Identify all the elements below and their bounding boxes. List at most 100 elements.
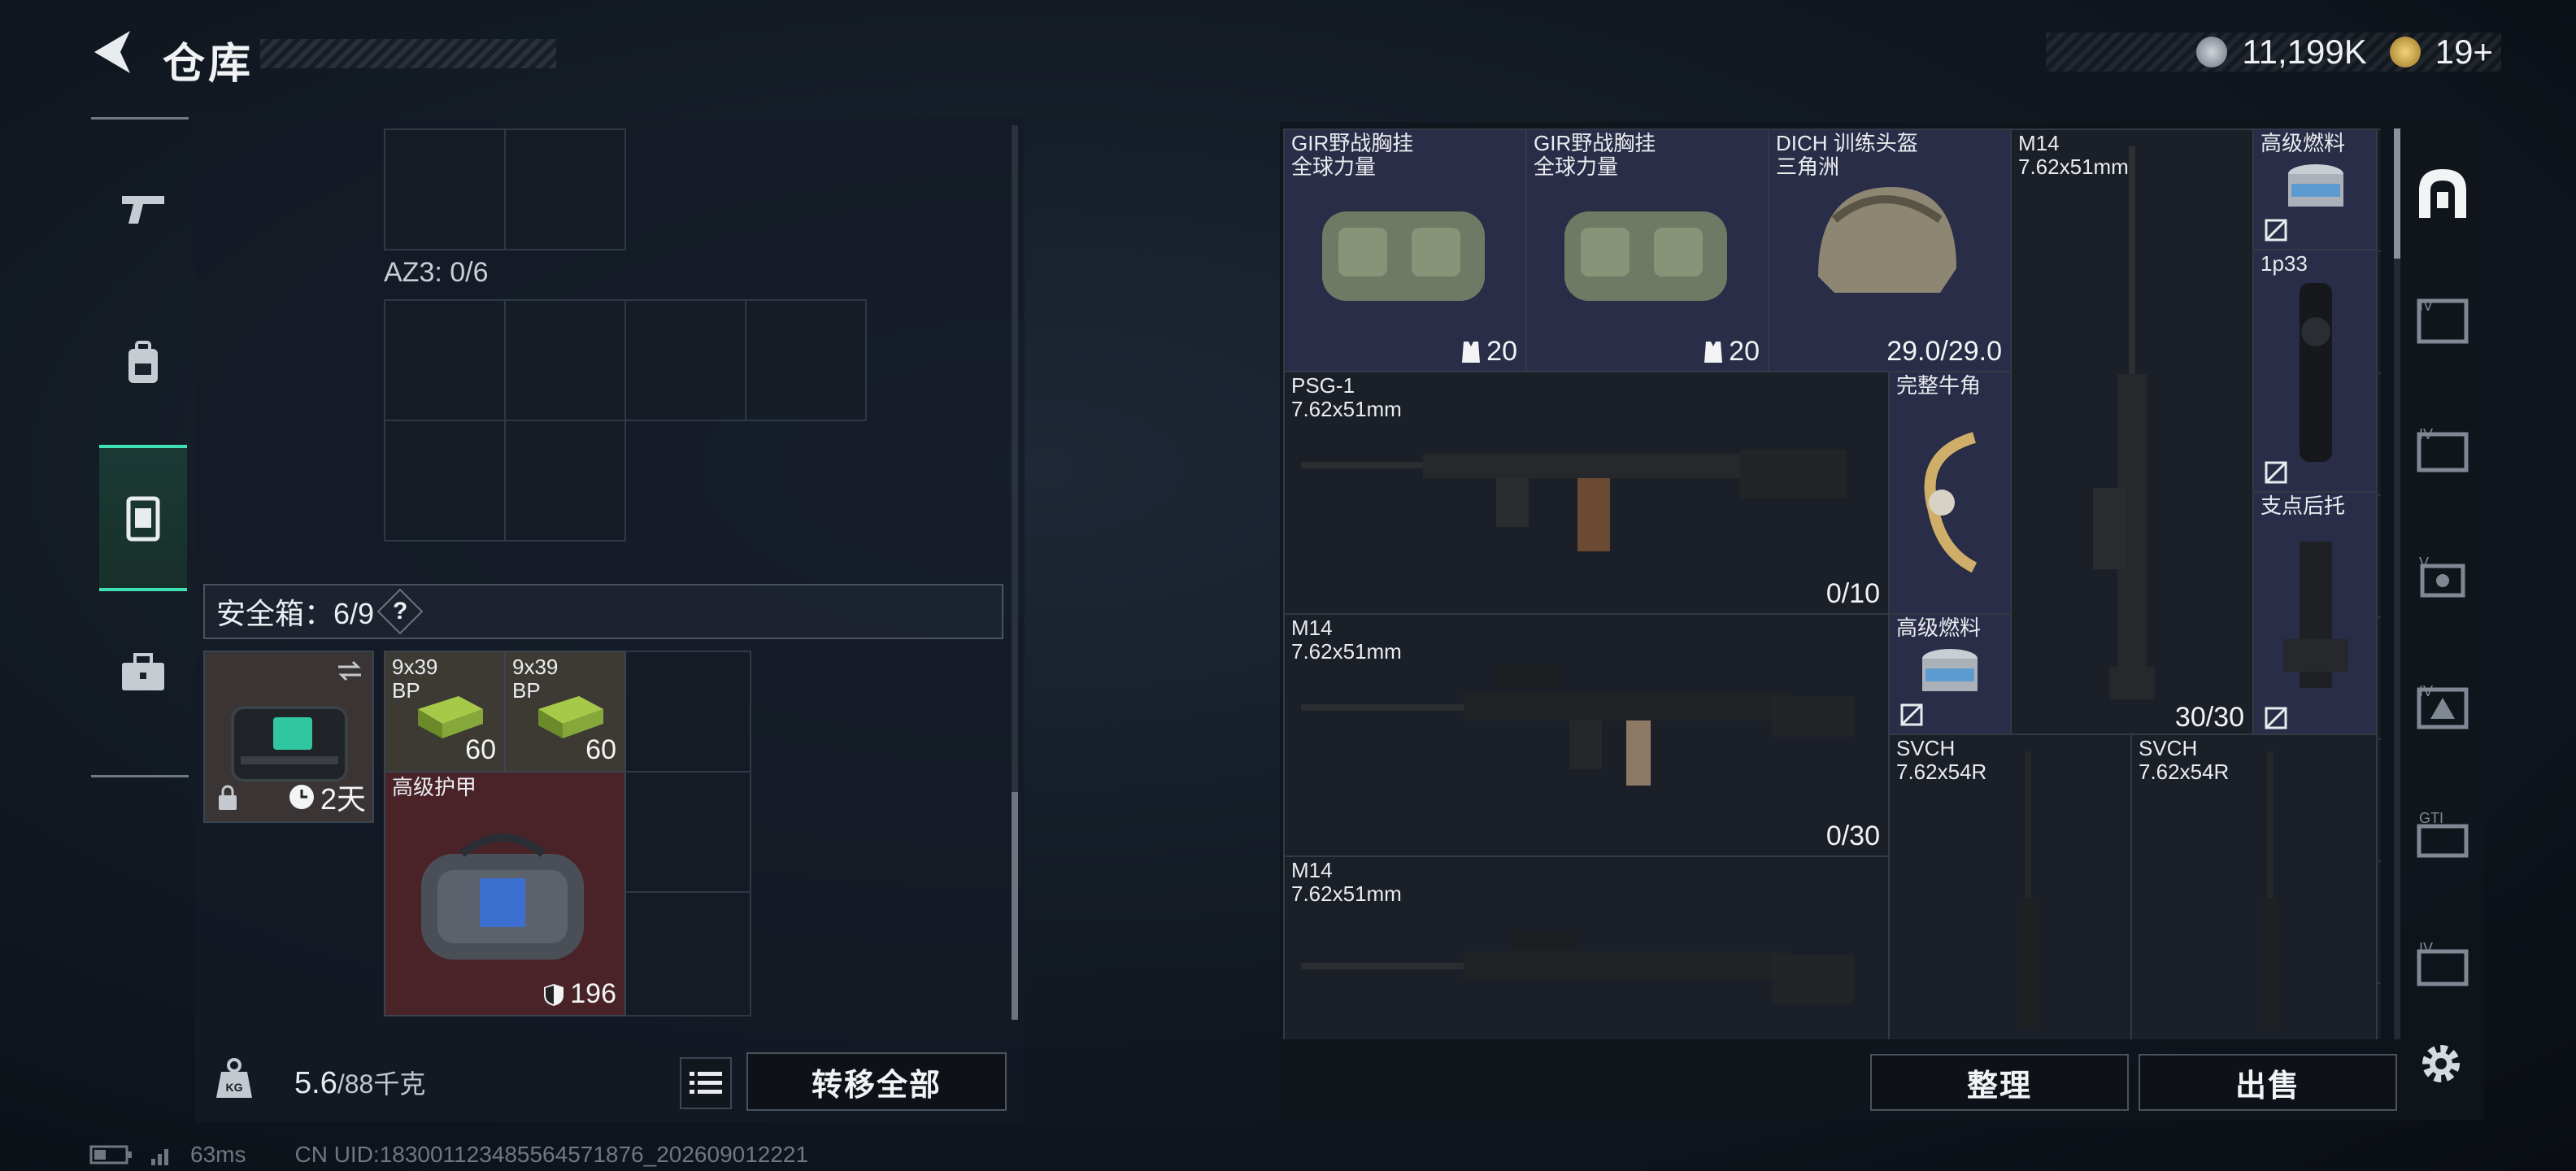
safe-box-capacity: 安全箱：6/9	[216, 597, 375, 630]
grid-slot[interactable]	[384, 128, 506, 250]
item-name: DICH 训练头盔 三角洲	[1776, 131, 1918, 179]
item-name: M14 7.62x51mm	[1291, 858, 1402, 906]
rifle-image	[1301, 930, 1854, 1003]
stash-item-chest-rig[interactable]: GIR野战胸挂 全球力量 20	[1283, 128, 1527, 372]
gear-icon	[2422, 1045, 2460, 1082]
item-durability: 196	[570, 978, 616, 1009]
stash-item-psg1[interactable]: PSG-1 7.62x51mm 0/10	[1283, 371, 1890, 615]
stash-tab-main[interactable]	[2410, 148, 2475, 237]
stash-item-fuel[interactable]: 高级燃料	[1888, 613, 2012, 735]
rifle-vertical-image	[2093, 146, 2155, 699]
svg-text:IV: IV	[2419, 298, 2433, 314]
item-count: 60	[585, 734, 616, 765]
backpack-tab[interactable]	[99, 290, 187, 437]
grid-slot[interactable]	[624, 299, 746, 421]
stash-tab-4[interactable]: V	[2410, 533, 2475, 623]
svg-text:IV: IV	[2419, 426, 2433, 442]
item-count: 60	[465, 734, 496, 765]
loot-box-icon	[2419, 169, 2466, 218]
stash-tab-6[interactable]: GTI	[2410, 790, 2475, 880]
vest-icon	[126, 496, 160, 542]
back-button[interactable]	[88, 26, 137, 78]
lock-icon	[219, 785, 237, 810]
silver-currency-value: 11,199K	[2242, 33, 2367, 71]
folder-level-4-icon: IV	[2417, 426, 2469, 472]
stash-item-m14-vertical[interactable]: M14 7.62x51mm 30/30	[2010, 128, 2254, 738]
settings-button[interactable]	[2412, 1034, 2470, 1093]
signal-icon	[151, 1149, 168, 1165]
stash-tab-5[interactable]: IV	[2410, 662, 2475, 751]
sell-button[interactable]: 出售	[2139, 1054, 2397, 1111]
item-name: 高级护甲	[392, 775, 477, 799]
stash-item-horn[interactable]: 完整牛角	[1888, 371, 2012, 615]
stash-tab-3[interactable]: IV	[2410, 405, 2475, 494]
grid-slot[interactable]	[624, 771, 751, 893]
sort-button[interactable]: 整理	[1870, 1054, 2129, 1111]
stash-item-stock[interactable]: 支点后托	[2252, 491, 2378, 738]
uid-text: CN UID:18300112348556457187­6_2026090122…	[294, 1142, 809, 1167]
chest-rig-tab[interactable]	[99, 445, 187, 591]
shield-icon	[544, 983, 564, 1006]
az3-capacity-label: AZ3: 0/6	[384, 257, 489, 288]
grid-slot[interactable]	[384, 299, 506, 421]
chest-rig-image	[1564, 211, 1727, 301]
armor-level-4-icon: IV	[2417, 298, 2469, 344]
swap-icon[interactable]	[335, 659, 364, 683]
ammo-item[interactable]: 9x39 BP 60	[384, 651, 506, 773]
armor-level-4-alt-icon: IV	[2417, 683, 2469, 729]
grid-slot[interactable]	[624, 651, 751, 773]
item-count: 20	[1486, 336, 1517, 367]
help-button[interactable]: ?	[376, 588, 424, 635]
transfer-all-button[interactable]: 转移全部	[746, 1052, 1007, 1111]
grid-slot[interactable]	[384, 420, 506, 542]
stash-grid: GIR野战胸挂 全球力量 20 GIR野战胸挂 全球力量 20 DICH 训练头…	[1283, 128, 2381, 1039]
armor-item[interactable]: 高级护甲 196	[384, 771, 626, 1016]
stash-item-m14[interactable]: M14 7.62x51mm	[1283, 855, 1890, 1039]
safe-box-container[interactable]: 2天	[203, 651, 374, 823]
svg-text:IV: IV	[2419, 683, 2433, 699]
weight-display: 5.6/88千克	[294, 1064, 425, 1101]
armor-bag-image	[421, 834, 584, 960]
stash-scrollbar-thumb[interactable]	[2394, 128, 2400, 259]
page-title: 仓库	[163, 41, 255, 88]
item-name: SVCH 7.62x54R	[2139, 736, 2230, 784]
battery-icon	[89, 1145, 132, 1164]
weapon-tab[interactable]	[99, 136, 187, 282]
clock-icon	[289, 785, 314, 809]
stash-item-svch[interactable]: SVCH 7.62x54R	[2130, 734, 2378, 1039]
stash-item-scope[interactable]: 1p33	[2252, 249, 2378, 493]
item-name: 高级燃料	[2261, 131, 2346, 155]
item-durability: 29.0/29.0	[1886, 336, 2002, 367]
item-name: M14 7.62x51mm	[2018, 131, 2129, 179]
grid-slot[interactable]	[624, 891, 751, 1016]
vest-icon	[1704, 341, 1723, 363]
stock-image	[2283, 542, 2348, 688]
fuel-can-image	[1922, 649, 1978, 691]
stash-item-helmet[interactable]: DICH 训练头盔 三角洲 29.0/29.0	[1768, 128, 2012, 372]
list-view-button[interactable]	[680, 1057, 732, 1109]
stash-tab-7[interactable]: IV	[2410, 919, 2475, 1008]
item-name: 9x39 BP	[392, 655, 438, 703]
no-trade-icon	[2265, 219, 2287, 242]
stash-item-fuel[interactable]: 高级燃料	[2252, 128, 2378, 250]
weight-icon: KG	[216, 1058, 252, 1098]
svg-text:IV: IV	[2419, 940, 2433, 956]
safe-box-tab[interactable]	[99, 599, 187, 746]
stash-scrollbar-track[interactable]	[2394, 128, 2400, 1039]
item-name: SVCH 7.62x54R	[1896, 736, 1987, 784]
stash-item-chest-rig[interactable]: GIR野战胸挂 全球力量 20	[1525, 128, 1769, 372]
stash-item-m14[interactable]: M14 7.62x51mm 0/30	[1283, 613, 1890, 857]
left-scrollbar-thumb[interactable]	[1012, 792, 1018, 1020]
grid-slot[interactable]	[504, 420, 626, 542]
grid-slot[interactable]	[504, 299, 626, 421]
question-icon: ?	[392, 597, 408, 625]
briefcase-icon	[122, 653, 164, 690]
stash-item-svch[interactable]: SVCH 7.62x54R	[1888, 734, 2132, 1039]
svg-text:V: V	[2419, 555, 2429, 571]
stash-tab-2[interactable]: IV	[2410, 276, 2475, 366]
grid-slot[interactable]	[745, 299, 867, 421]
ammo-item[interactable]: 9x39 BP 60	[504, 651, 626, 773]
grid-slot[interactable]	[504, 128, 626, 250]
item-ammo: 30/30	[2174, 702, 2244, 733]
back-arrow-icon	[94, 31, 130, 73]
